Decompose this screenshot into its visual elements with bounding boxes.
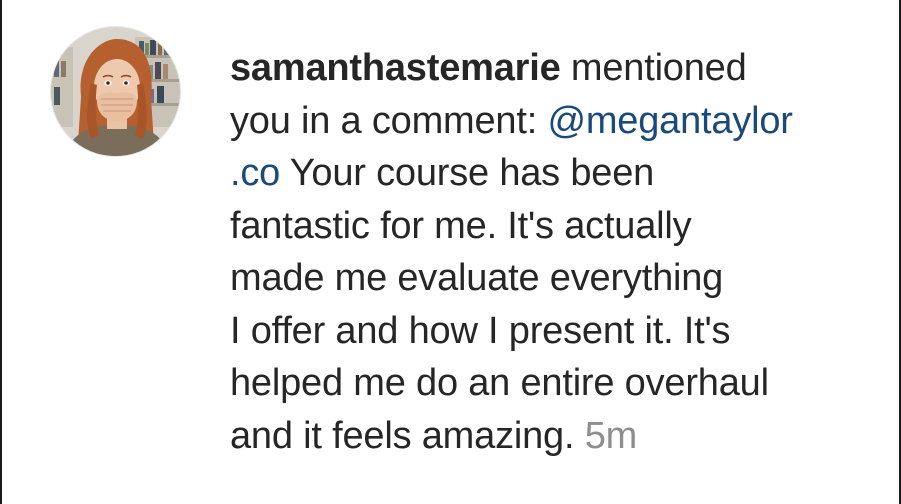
avatar-photo bbox=[51, 27, 180, 156]
comment-text-line: I offer and how I present it. It's bbox=[230, 309, 731, 352]
notification-line: .co Your course has been bbox=[230, 147, 870, 200]
mention-link-continued[interactable]: .co bbox=[230, 152, 280, 194]
notification-line: and it feels amazing. 5m bbox=[230, 410, 870, 463]
mention-link[interactable]: @megantaylor bbox=[547, 100, 792, 142]
comment-text-line: made me evaluate everything bbox=[230, 257, 724, 299]
comment-intro-text: you in a comment: bbox=[230, 99, 548, 142]
notification-line: you in a comment: @megantaylor bbox=[230, 95, 870, 148]
comment-text-line: fantastic for me. It's actually bbox=[230, 204, 692, 247]
comment-text-line: helped me do an entire overhaul bbox=[230, 362, 769, 404]
action-text: mentioned bbox=[560, 47, 747, 89]
comment-mention-notification[interactable]: samanthastemarie mentioned you in a comm… bbox=[0, 0, 901, 504]
avatar[interactable] bbox=[50, 26, 181, 157]
notification-line: samanthastemarie mentioned bbox=[230, 42, 870, 95]
comment-text: Your course has been bbox=[280, 152, 655, 194]
username-link[interactable]: samanthastemarie bbox=[230, 47, 561, 89]
timestamp: 5m bbox=[584, 414, 638, 457]
notification-text: samanthastemarie mentioned you in a comm… bbox=[230, 42, 870, 462]
comment-text: and it feels amazing. bbox=[230, 414, 585, 457]
